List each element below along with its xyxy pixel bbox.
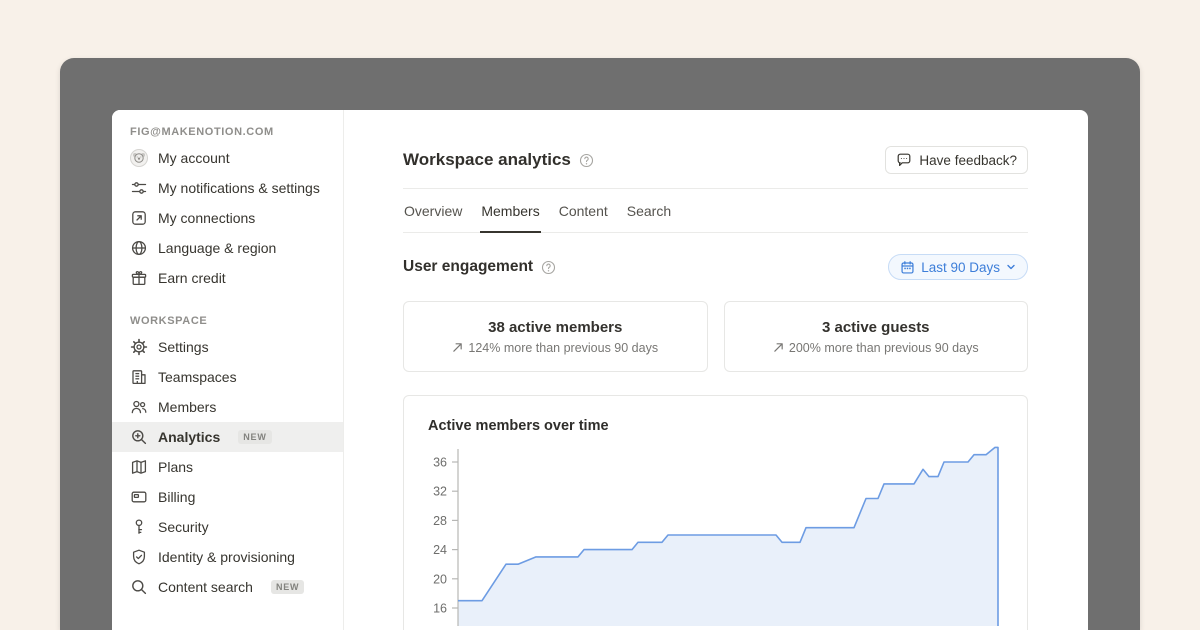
- app-window: FIG@MAKENOTION.COM My account: [60, 58, 1140, 630]
- gift-icon: [130, 269, 148, 287]
- avatar-koala-icon: [130, 149, 148, 167]
- sidebar-item-earn-credit[interactable]: Earn credit: [112, 263, 343, 293]
- date-range-label: Last 90 Days: [921, 260, 1000, 275]
- trend-up-icon: [452, 342, 463, 353]
- settings-sidebar: FIG@MAKENOTION.COM My account: [112, 110, 344, 630]
- section-title: User engagement: [403, 258, 533, 276]
- analytics-tabs: Overview Members Content Search: [403, 189, 1028, 233]
- user-engagement-header: User engagement: [403, 254, 1028, 280]
- page: { "window": { "traffic_lights": ["close"…: [0, 0, 1200, 630]
- chart-area-fill: [458, 447, 998, 626]
- account-section-label: FIG@MAKENOTION.COM: [112, 122, 343, 143]
- sidebar-item-content-search[interactable]: Content search NEW: [112, 572, 343, 602]
- magnifier-plus-icon: [130, 428, 148, 446]
- workspace-section-label: WORKSPACE: [112, 311, 343, 332]
- globe-icon: [130, 239, 148, 257]
- date-range-filter-button[interactable]: Last 90 Days: [888, 254, 1028, 280]
- active-members-chart-card: Active members over time 16 20 24 28 32 36: [403, 395, 1028, 630]
- sidebar-item-language-region[interactable]: Language & region: [112, 233, 343, 263]
- sidebar-item-label: Content search: [158, 577, 253, 597]
- external-link-icon: [130, 209, 148, 227]
- new-badge: NEW: [271, 580, 304, 594]
- sidebar-item-my-notifications-settings[interactable]: My notifications & settings: [112, 173, 343, 203]
- sidebar-item-label: My account: [158, 148, 230, 168]
- sliders-icon: [130, 179, 148, 197]
- magnifier-icon: [130, 578, 148, 596]
- shield-check-icon: [130, 548, 148, 566]
- sidebar-item-label: Language & region: [158, 238, 276, 258]
- settings-panel: FIG@MAKENOTION.COM My account: [112, 110, 1088, 630]
- stat-change-text: 124% more than previous 90 days: [468, 341, 658, 355]
- sidebar-item-analytics[interactable]: Analytics NEW: [112, 422, 343, 452]
- sidebar-item-label: Analytics: [158, 427, 220, 447]
- sidebar-item-label: Identity & provisioning: [158, 547, 295, 567]
- tab-members[interactable]: Members: [480, 189, 540, 233]
- stat-value: 38 active members: [488, 319, 622, 336]
- active-members-chart: 16 20 24 28 32 36: [428, 441, 1008, 626]
- sidebar-item-label: My notifications & settings: [158, 178, 320, 198]
- sidebar-item-label: Earn credit: [158, 268, 226, 288]
- sidebar-item-teamspaces[interactable]: Teamspaces: [112, 362, 343, 392]
- chart-title: Active members over time: [428, 418, 609, 434]
- sidebar-item-label: Billing: [158, 487, 195, 507]
- gear-icon: [130, 338, 148, 356]
- tab-search[interactable]: Search: [626, 189, 672, 233]
- y-axis-tick-label: 36: [433, 456, 447, 470]
- stat-change-text: 200% more than previous 90 days: [789, 341, 979, 355]
- y-axis-tick-label: 28: [433, 514, 447, 528]
- sidebar-item-label: Teamspaces: [158, 367, 237, 387]
- y-axis-tick-label: 24: [433, 543, 447, 557]
- key-icon: [130, 518, 148, 536]
- have-feedback-button[interactable]: Have feedback?: [885, 146, 1028, 174]
- y-axis-tick-label: 20: [433, 572, 447, 586]
- tab-overview[interactable]: Overview: [403, 189, 463, 233]
- building-icon: [130, 368, 148, 386]
- stat-value: 3 active guests: [822, 319, 930, 336]
- trend-up-icon: [773, 342, 784, 353]
- sidebar-item-plans[interactable]: Plans: [112, 452, 343, 482]
- y-axis-tick-label: 32: [433, 485, 447, 499]
- main-content: Workspace analytics: [344, 110, 1088, 630]
- tab-content[interactable]: Content: [558, 189, 609, 233]
- sidebar-item-settings[interactable]: Settings: [112, 332, 343, 362]
- active-guests-stat-card: 3 active guests 200% more than previous …: [724, 301, 1029, 372]
- sidebar-item-label: Security: [158, 517, 209, 537]
- sidebar-item-my-connections[interactable]: My connections: [112, 203, 343, 233]
- sidebar-item-identity-provisioning[interactable]: Identity & provisioning: [112, 542, 343, 572]
- sidebar-item-members[interactable]: Members: [112, 392, 343, 422]
- sidebar-item-label: My connections: [158, 208, 255, 228]
- calendar-icon: [900, 260, 915, 275]
- chevron-down-icon: [1006, 262, 1016, 272]
- help-icon[interactable]: [541, 260, 556, 275]
- people-icon: [130, 398, 148, 416]
- sidebar-item-billing[interactable]: Billing: [112, 482, 343, 512]
- sidebar-item-label: Settings: [158, 337, 209, 357]
- y-axis-tick-label: 16: [433, 602, 447, 616]
- sidebar-item-label: Members: [158, 397, 216, 417]
- map-icon: [130, 458, 148, 476]
- active-members-stat-card: 38 active members 124% more than previou…: [403, 301, 708, 372]
- new-badge: NEW: [238, 430, 271, 444]
- sidebar-item-label: Plans: [158, 457, 193, 477]
- sidebar-item-security[interactable]: Security: [112, 512, 343, 542]
- sidebar-item-my-account[interactable]: My account: [112, 143, 343, 173]
- credit-card-icon: [130, 488, 148, 506]
- help-icon[interactable]: [579, 153, 594, 168]
- page-header: Workspace analytics: [403, 146, 1028, 174]
- sidebar-section-gap: [112, 293, 343, 311]
- stat-cards-row: 38 active members 124% more than previou…: [403, 301, 1028, 372]
- speech-bubble-icon: [896, 152, 912, 168]
- page-title: Workspace analytics: [403, 150, 571, 170]
- have-feedback-label: Have feedback?: [919, 153, 1017, 168]
